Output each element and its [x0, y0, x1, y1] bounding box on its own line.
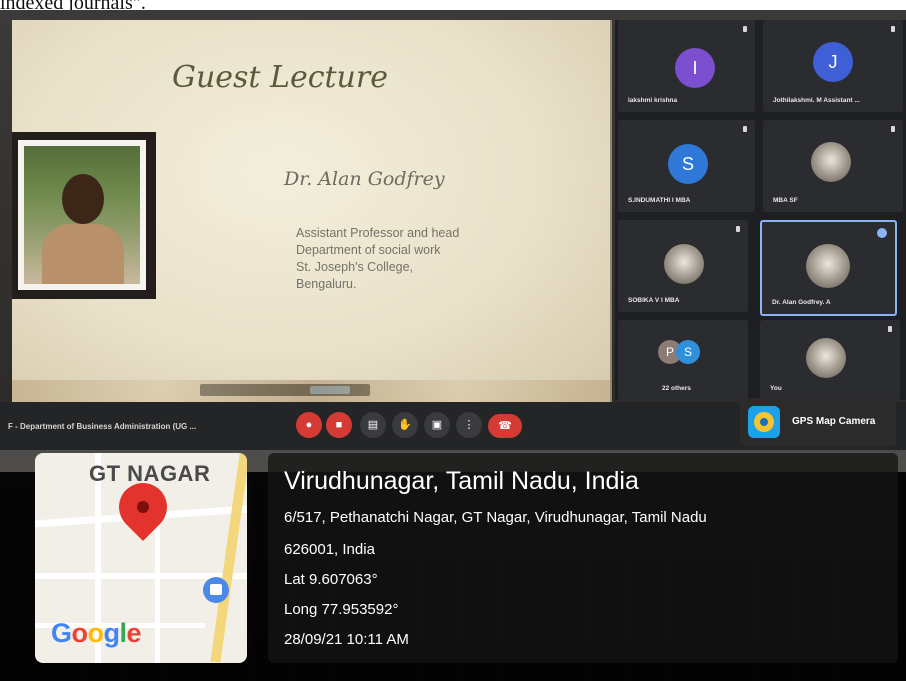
participant-tile[interactable]: J Jothilakshmi. M Assistant ...: [763, 20, 903, 112]
end-call-button[interactable]: ☎: [488, 414, 522, 438]
participant-grid: I lakshmi krishna J Jothilakshmi. M Assi…: [615, 20, 906, 400]
participant-name: S.INDUMATHI I MBA: [628, 197, 691, 204]
avatar: [811, 142, 851, 182]
slide-title: Guest Lecture: [172, 60, 388, 95]
avatar: [664, 244, 704, 284]
avatar: S: [668, 144, 708, 184]
speaker-name: Dr. Alan Godfrey: [284, 168, 445, 190]
camera-off-button[interactable]: ■: [326, 412, 352, 438]
google-logo: Google: [51, 618, 142, 648]
mic-off-icon: [891, 126, 895, 132]
participant-name: MBA SF: [773, 197, 798, 204]
avatar: [806, 338, 846, 378]
avatar: I: [675, 48, 715, 88]
mic-off-button[interactable]: ●: [296, 412, 322, 438]
gps-app-name: GPS Map Camera: [792, 416, 876, 427]
mic-off-icon: [888, 326, 892, 332]
meeting-title: F - Department of Business Administratio…: [8, 422, 197, 431]
avatar: S: [676, 340, 700, 364]
speaker-info: Assistant Professor and head Department …: [296, 225, 459, 293]
participant-name: SOBIKA V I MBA: [628, 297, 680, 304]
slide-decoration: [12, 380, 610, 402]
avatar: J: [813, 42, 853, 82]
participant-tile-active[interactable]: Dr. Alan Godfrey. A: [760, 220, 897, 316]
place-name: Virudhunagar, Tamil Nadu, India: [284, 467, 639, 495]
address-line: 626001, India: [284, 541, 375, 558]
speaker-info-line: Assistant Professor and head: [296, 226, 460, 240]
participant-name: 22 others: [662, 385, 691, 392]
speaker-info-line: Bengaluru.: [296, 277, 357, 291]
address-line: 6/517, Pethanatchi Nagar, GT Nagar, Viru…: [284, 509, 707, 526]
more-options-button[interactable]: ⋮: [456, 412, 482, 438]
mic-off-icon: [743, 26, 747, 32]
mic-off-icon: [891, 26, 895, 32]
speaking-icon: [877, 228, 887, 238]
captions-button[interactable]: ▤: [360, 412, 386, 438]
raise-hand-button[interactable]: ✋: [392, 412, 418, 438]
participant-name: lakshmi krishna: [628, 97, 678, 104]
participant-tile[interactable]: P S 22 others: [618, 320, 748, 400]
gps-app-badge: GPS Map Camera: [740, 398, 896, 446]
participant-tile[interactable]: MBA SF: [763, 120, 903, 212]
longitude: Long 77.953592°: [284, 601, 399, 618]
speaker-info-line: Department of social work: [296, 243, 441, 257]
location-info-panel: Virudhunagar, Tamil Nadu, India 6/517, P…: [268, 453, 898, 663]
participant-tile[interactable]: You: [760, 320, 900, 400]
participant-tile[interactable]: I lakshmi krishna: [618, 20, 755, 112]
participant-name: Jothilakshmi. M Assistant ...: [773, 97, 860, 104]
shopping-bag-icon: [203, 577, 229, 603]
present-button[interactable]: ▣: [424, 412, 450, 438]
location-map: GT NAGAR Google: [35, 453, 247, 663]
participant-tile[interactable]: S S.INDUMATHI I MBA: [618, 120, 755, 212]
map-camera-icon: [748, 406, 780, 438]
participant-tile[interactable]: SOBIKA V I MBA: [618, 220, 748, 312]
speaker-photo-frame: [12, 132, 156, 299]
participant-name: Dr. Alan Godfrey. A: [772, 299, 831, 306]
mic-off-icon: [743, 126, 747, 132]
avatar: [806, 244, 850, 288]
speaker-photo: [18, 140, 146, 290]
mic-off-icon: [736, 226, 740, 232]
speaker-info-line: St. Joseph's College,: [296, 260, 414, 274]
latitude: Lat 9.607063°: [284, 571, 378, 588]
timestamp: 28/09/21 10:11 AM: [284, 631, 409, 648]
presentation-slide: Guest Lecture Dr. Alan Godfrey Assistant…: [12, 20, 612, 402]
participant-name: You: [770, 385, 782, 392]
